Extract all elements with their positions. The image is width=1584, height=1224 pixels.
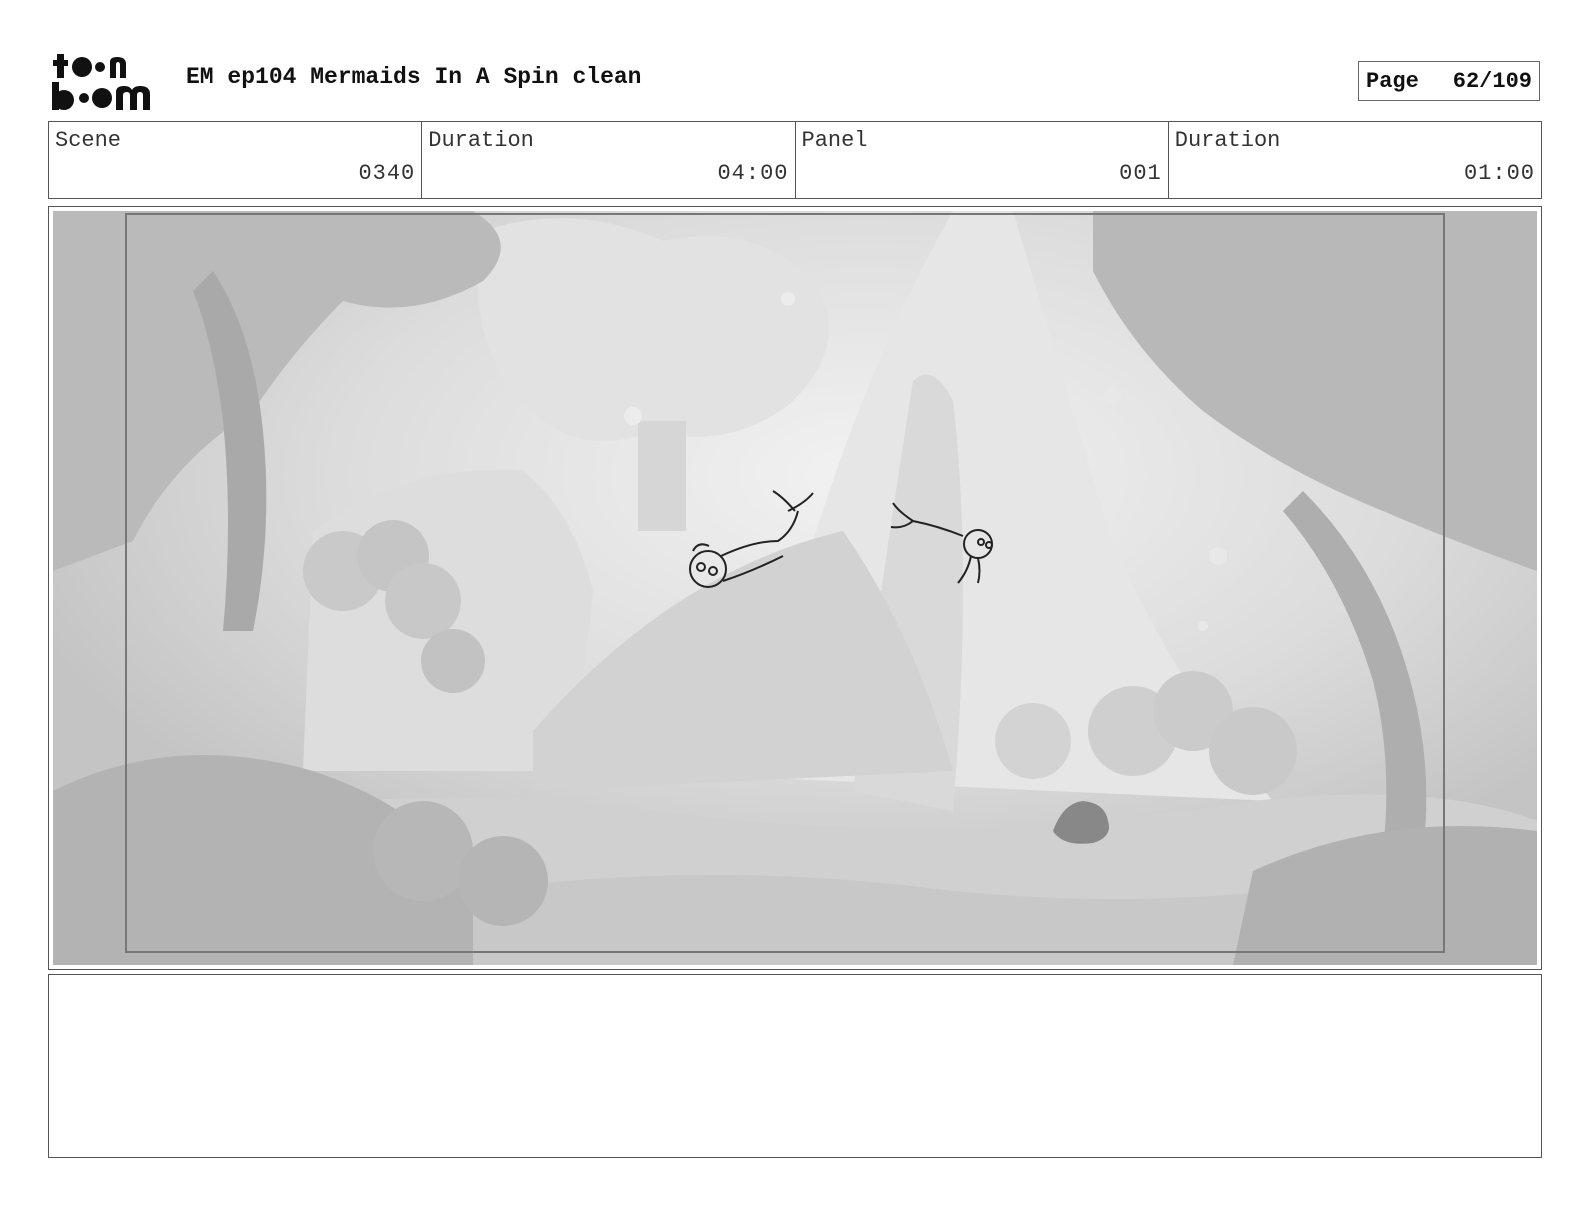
page-indicator: Page 62/109 <box>1358 61 1540 101</box>
scene-label: Scene <box>55 128 122 153</box>
panel-duration-cell: Duration 01:00 <box>1169 122 1541 198</box>
storyboard-title: EM ep104 Mermaids In A Spin clean <box>186 64 642 90</box>
panel-value: 001 <box>1119 161 1162 186</box>
scene-duration-label: Duration <box>428 128 534 153</box>
scene-duration-cell: Duration 04:00 <box>422 122 796 198</box>
page-number: 62/109 <box>1452 68 1532 94</box>
panel-duration-value: 01:00 <box>1463 161 1535 186</box>
storyboard-panel <box>48 206 1542 970</box>
scene-cell: Scene 0340 <box>49 122 423 198</box>
panel-duration-label: Duration <box>1174 128 1281 153</box>
toonboom-logo-icon <box>52 54 150 110</box>
panel-label: Panel <box>801 128 868 153</box>
panel-notes-area[interactable] <box>48 974 1542 1158</box>
scene-duration-value: 04:00 <box>717 161 789 186</box>
underwater-scene-image-icon <box>53 211 1537 965</box>
page-label: Page <box>1366 68 1419 94</box>
scene-info-row: Scene 0340 Duration 04:00 Panel 001 Dura… <box>48 121 1542 199</box>
panel-cell: Panel 001 <box>796 122 1169 198</box>
scene-value: 0340 <box>358 161 416 186</box>
